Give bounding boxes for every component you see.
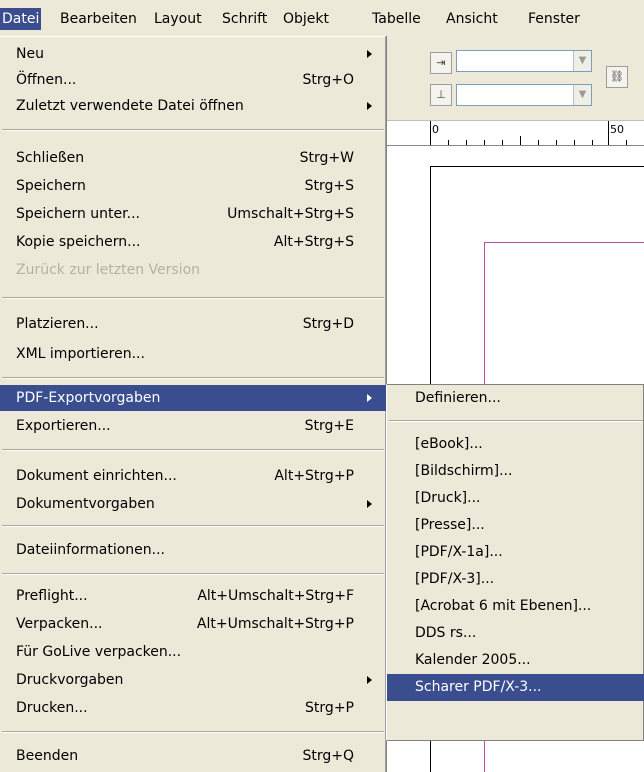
menu-item-pdf-exportvorgaben[interactable]: PDF-Exportvorgaben	[0, 385, 386, 411]
menu-item-speichern[interactable]: Speichern Strg+S	[0, 173, 386, 199]
menu-separator	[2, 731, 384, 733]
submenu-item-ebook[interactable]: [eBook]...	[387, 431, 644, 458]
submenu-arrow-icon	[367, 500, 372, 508]
menu-item-zurueck: Zurück zur letzten Version	[16, 262, 201, 278]
menu-schrift[interactable]: Schrift	[222, 9, 267, 29]
align-right-icon[interactable]: ⇥	[430, 52, 452, 74]
menu-item-beenden[interactable]: Beenden Strg+Q	[0, 743, 386, 769]
menu-fenster[interactable]: Fenster	[528, 9, 580, 29]
horizontal-ruler: 0 50	[360, 120, 644, 146]
menu-ansicht[interactable]: Ansicht	[446, 9, 498, 29]
menu-separator	[389, 420, 643, 422]
menu-separator	[2, 377, 384, 379]
menu-bearbeiten[interactable]: Bearbeiten	[60, 9, 137, 29]
submenu-item-acrobat6[interactable]: [Acrobat 6 mit Ebenen]...	[387, 593, 644, 620]
submenu-item-kalender-2005[interactable]: Kalender 2005...	[387, 647, 644, 674]
submenu-arrow-icon	[367, 676, 372, 684]
menu-item-kopie-speichern[interactable]: Kopie speichern... Alt+Strg+S	[0, 229, 386, 255]
chevron-down-icon[interactable]: ▼	[573, 85, 591, 105]
ruler-label: 50	[610, 123, 624, 136]
baseline-icon[interactable]: ⊥	[430, 84, 452, 106]
submenu-arrow-icon	[367, 102, 372, 110]
submenu-arrow-icon	[367, 394, 372, 402]
chevron-down-icon[interactable]: ▼	[573, 51, 591, 71]
menu-separator	[2, 573, 384, 575]
menu-separator	[2, 129, 384, 131]
baseline-field[interactable]: ▼	[456, 84, 592, 106]
ruler-label: 0	[432, 123, 439, 136]
submenu-item-bildschirm[interactable]: [Bildschirm]...	[387, 458, 644, 485]
menu-separator	[2, 525, 384, 527]
tracking-field[interactable]: ▼	[456, 50, 592, 72]
menu-item-verpacken[interactable]: Verpacken... Alt+Umschalt+Strg+P	[0, 611, 386, 637]
menu-tabelle[interactable]: Tabelle	[372, 9, 421, 29]
submenu-item-scharer-pdfx3[interactable]: Scharer PDF/X-3...	[387, 674, 644, 701]
submenu-item-pdfx3[interactable]: [PDF/X-3]...	[387, 566, 644, 593]
menu-item-golive-verpacken[interactable]: Für GoLive verpacken...	[0, 639, 386, 665]
menu-item-dokument-einrichten[interactable]: Dokument einrichten... Alt+Strg+P	[0, 463, 386, 489]
menu-separator	[2, 449, 384, 451]
menu-item-speichern-unter[interactable]: Speichern unter... Umschalt+Strg+S	[0, 201, 386, 227]
menu-item-schliessen[interactable]: Schließen Strg+W	[0, 145, 386, 171]
menu-item-neu[interactable]: Neu	[0, 41, 386, 67]
menu-item-drucken[interactable]: Drucken... Strg+P	[0, 695, 386, 721]
submenu-item-presse[interactable]: [Presse]...	[387, 512, 644, 539]
menu-bar: Datei Bearbeiten Layout Schrift Objekt T…	[0, 0, 644, 36]
menu-item-xml-importieren[interactable]: XML importieren...	[0, 341, 386, 367]
menu-item-platzieren[interactable]: Platzieren... Strg+D	[0, 311, 386, 337]
file-menu: Neu Öffnen... Strg+O Zuletzt verwendete …	[0, 36, 386, 772]
submenu-item-dds-rs[interactable]: DDS rs...	[387, 620, 644, 647]
menu-layout[interactable]: Layout	[154, 9, 202, 29]
submenu-item-druck[interactable]: [Druck]...	[387, 485, 644, 512]
chain-link-icon[interactable]: ⛓	[606, 66, 628, 88]
menu-item-exportieren[interactable]: Exportieren... Strg+E	[0, 413, 386, 439]
menu-separator	[2, 297, 384, 299]
menu-item-preflight[interactable]: Preflight... Alt+Umschalt+Strg+F	[0, 583, 386, 609]
control-toolbar: ⇥ ▼ ⊥ ▼ ⛓	[360, 36, 644, 112]
menu-datei[interactable]: Datei	[0, 8, 42, 30]
menu-item-oeffnen[interactable]: Öffnen... Strg+O	[0, 67, 386, 93]
menu-objekt[interactable]: Objekt	[283, 9, 329, 29]
menu-item-druckvorgaben[interactable]: Druckvorgaben	[0, 667, 386, 693]
submenu-item-pdfx1a[interactable]: [PDF/X-1a]...	[387, 539, 644, 566]
submenu-item-definieren[interactable]: Definieren...	[387, 385, 644, 412]
menu-item-zuletzt[interactable]: Zuletzt verwendete Datei öffnen	[0, 93, 386, 119]
menu-item-dateiinformationen[interactable]: Dateiinformationen...	[0, 537, 386, 563]
submenu-arrow-icon	[367, 50, 372, 58]
menu-item-dokumentvorgaben[interactable]: Dokumentvorgaben	[0, 491, 386, 517]
pdf-export-submenu: Definieren... [eBook]... [Bildschirm]...…	[386, 384, 644, 741]
